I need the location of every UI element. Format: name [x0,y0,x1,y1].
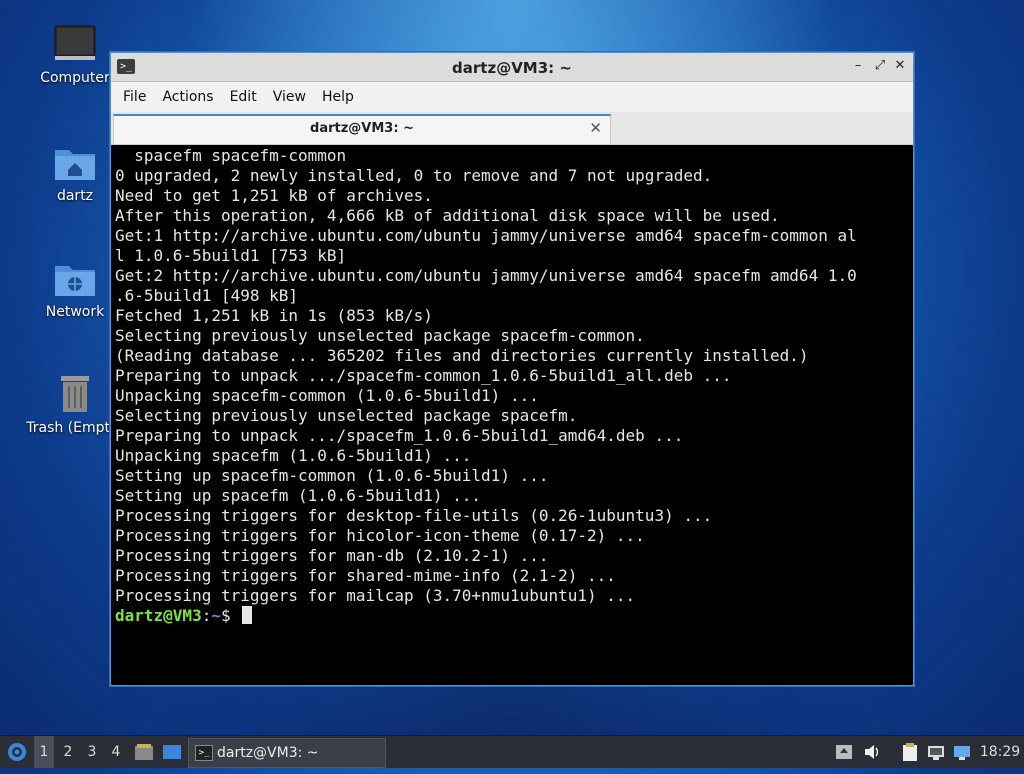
taskbar-task-terminal[interactable]: >_ dartz@VM3: ~ [188,738,386,768]
desktop-icon-label: Computer [40,70,110,86]
menu-file[interactable]: File [115,82,154,112]
lubuntu-logo-icon [8,743,26,761]
terminal-line: Processing triggers for man-db (2.10.2-1… [115,546,549,565]
close-button[interactable]: ✕ [891,57,909,75]
workspace-2[interactable]: 2 [58,736,78,768]
terminal-line: (Reading database ... 365202 files and d… [115,346,809,365]
terminal-line: Unpacking spacefm-common (1.0.6-5build1)… [115,386,539,405]
prompt-separator: : [201,606,212,625]
show-desktop-icon[interactable] [161,736,183,768]
start-menu-button[interactable] [4,736,30,768]
terminal-line: Preparing to unpack .../spacefm_1.0.6-5b… [115,426,684,445]
workspace-4[interactable]: 4 [106,736,126,768]
terminal-prompt[interactable]: dartz@VM3:~$ [115,606,911,626]
desktop-icon-network[interactable]: Network [27,256,123,320]
terminal-line: Get:1 http://archive.ubuntu.com/ubuntu j… [115,226,857,245]
window-titlebar[interactable]: >_ dartz@VM3: ~ – ⤢ ✕ [111,53,913,82]
terminal-window: >_ dartz@VM3: ~ – ⤢ ✕ File Actions Edit … [110,52,914,686]
trash-icon [53,372,97,416]
menubar: File Actions Edit View Help [111,82,913,112]
terminal-line: 0 upgraded, 2 newly installed, 0 to remo… [115,166,713,185]
terminal-line: Selecting previously unselected package … [115,326,645,345]
workspace-3[interactable]: 3 [82,736,102,768]
terminal-line: spacefm spacefm-common [115,146,347,165]
menu-help[interactable]: Help [314,82,362,112]
terminal-line: Preparing to unpack .../spacefm-common_1… [115,366,732,385]
terminal-line: Unpacking spacefm (1.0.6-5build1) ... [115,446,472,465]
file-manager-launcher-icon[interactable] [133,736,155,768]
clock[interactable]: 18:29 [978,736,1022,768]
menu-edit[interactable]: Edit [222,82,265,112]
menu-view[interactable]: View [265,82,314,112]
taskbar: 1 2 3 4 >_ dartz@VM3: ~ 18:29 [0,735,1024,768]
task-label: dartz@VM3: ~ [217,745,319,761]
terminal-line: Need to get 1,251 kB of archives. [115,186,433,205]
update-icon[interactable] [834,742,854,762]
computer-icon [53,22,97,66]
terminal-output[interactable]: spacefm spacefm-common 0 upgraded, 2 newl… [113,146,911,683]
tab-bar: dartz@VM3: ~ ✕ [111,112,913,145]
terminal-line: Processing triggers for desktop-file-uti… [115,506,713,525]
volume-icon[interactable] [862,742,882,762]
terminal-line: Setting up spacefm-common (1.0.6-5build1… [115,466,549,485]
terminal-cursor [242,606,253,624]
terminal-line: .6-5build1 [498 kB] [115,286,299,305]
terminal-line: l 1.0.6-5build1 [753 kB] [115,246,347,265]
prompt-path: ~ [211,606,221,625]
terminal-line: Processing triggers for shared-mime-info… [115,566,616,585]
network-folder-icon [53,256,97,300]
network-icon[interactable] [926,742,946,762]
terminal-line: Get:2 http://archive.ubuntu.com/ubuntu j… [115,266,857,285]
maximize-button[interactable]: ⤢ [871,57,889,75]
screen-icon[interactable] [952,742,972,762]
workspace-1[interactable]: 1 [34,736,54,768]
desktop-icon-computer[interactable]: Computer [27,22,123,86]
menu-actions[interactable]: Actions [154,82,221,112]
terminal-line: After this operation, 4,666 kB of additi… [115,206,780,225]
tab-label: dartz@VM3: ~ [310,121,414,136]
minimize-button[interactable]: – [849,57,867,75]
terminal-line: Fetched 1,251 kB in 1s (853 kB/s) [115,306,433,325]
clipboard-icon[interactable] [900,742,920,762]
desktop-icon-label: Network [45,304,105,320]
window-title: dartz@VM3: ~ [452,59,572,77]
tab-terminal[interactable]: dartz@VM3: ~ ✕ [113,114,611,144]
terminal-app-icon: >_ [195,745,213,761]
terminal-line: Processing triggers for hicolor-icon-the… [115,526,645,545]
desktop-icon-home[interactable]: dartz [27,140,123,204]
terminal-line: Processing triggers for mailcap (3.70+nm… [115,586,636,605]
terminal-line: Selecting previously unselected package … [115,406,578,425]
prompt-symbol: $ [220,606,241,625]
desktop-icon-label: dartz [56,188,94,204]
tab-close-icon[interactable]: ✕ [589,119,602,137]
prompt-user: dartz@VM3 [115,606,202,625]
terminal-line: Setting up spacefm (1.0.6-5build1) ... [115,486,482,505]
home-folder-icon [53,140,97,184]
